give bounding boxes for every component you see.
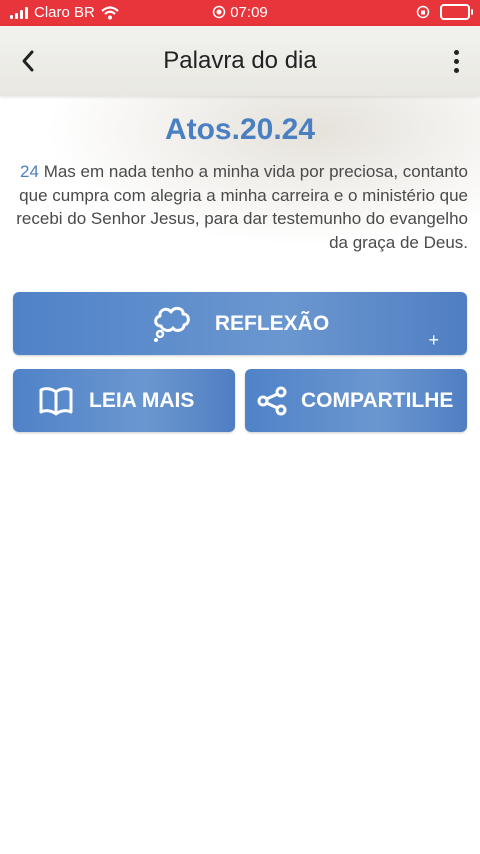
status-right bbox=[416, 4, 473, 20]
orientation-lock-icon bbox=[416, 5, 430, 19]
verse-body: Mas em nada tenho a minha vida por preci… bbox=[16, 162, 468, 252]
clock: 07:09 bbox=[230, 4, 268, 21]
battery-icon bbox=[440, 4, 473, 20]
app-header: Palavra do dia bbox=[0, 26, 480, 96]
reflexao-label: REFLEXÃO bbox=[214, 311, 330, 335]
recording-icon bbox=[212, 5, 226, 19]
status-center: 07:09 bbox=[0, 4, 480, 21]
reflexao-button[interactable]: REFLEXÃO + bbox=[13, 292, 467, 355]
verse-reference: Atos.20.24 bbox=[164, 113, 316, 146]
compartilhe-button[interactable]: COMPARTILHE bbox=[245, 369, 467, 432]
thought-bubble-icon bbox=[153, 306, 190, 342]
verse-number: 24 bbox=[20, 162, 39, 181]
status-bar: Claro BR 07:09 bbox=[0, 0, 480, 26]
page-title: Palavra do dia bbox=[163, 47, 317, 74]
open-book-icon bbox=[39, 386, 73, 415]
leia-mais-button[interactable]: LEIA MAIS bbox=[13, 369, 235, 432]
verse-text: 24 Mas em nada tenho a minha vida por pr… bbox=[12, 160, 468, 254]
compartilhe-label: COMPARTILHE bbox=[301, 388, 454, 412]
leia-mais-label: LEIA MAIS bbox=[89, 388, 195, 412]
more-options-button[interactable] bbox=[446, 46, 466, 76]
share-icon bbox=[257, 386, 287, 415]
plus-icon: + bbox=[428, 330, 439, 350]
